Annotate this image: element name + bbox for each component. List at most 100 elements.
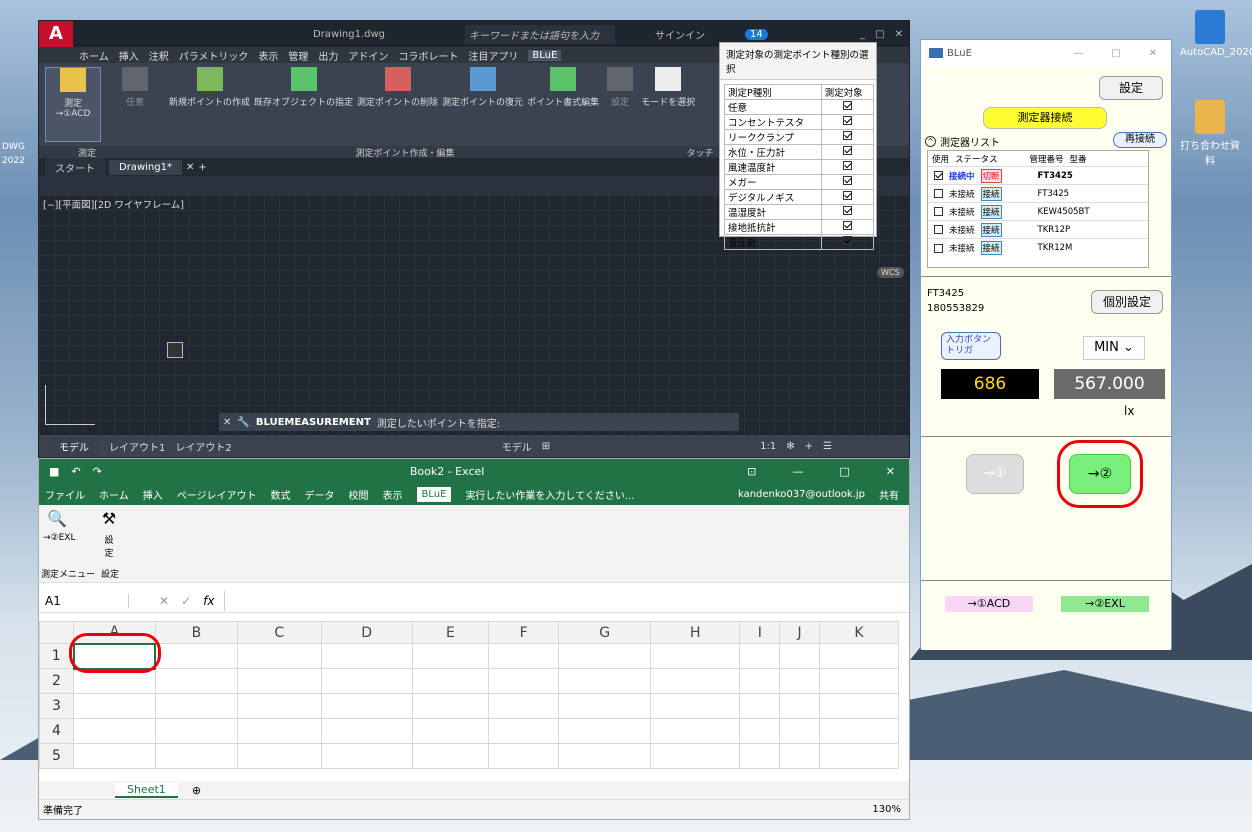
row-header[interactable]: 3 <box>39 693 74 719</box>
user-account[interactable]: kandenko037@outlook.jp <box>738 489 865 500</box>
settings-button[interactable]: 設定 <box>603 67 637 142</box>
menu-icon[interactable]: ☰ <box>823 441 832 452</box>
gear-icon[interactable]: ✻ <box>786 441 794 452</box>
tab-addins[interactable]: アドイン <box>348 48 388 63</box>
close-icon[interactable]: ✕ <box>223 417 231 428</box>
tab-layout1[interactable]: レイアウト1 <box>109 439 165 454</box>
select-mode-button[interactable]: モードを選択 <box>641 67 695 142</box>
ribbon-display-icon[interactable]: ⊡ <box>747 465 756 478</box>
tab-file[interactable]: ファイル <box>45 487 85 502</box>
notification-badge[interactable]: 14 <box>745 28 768 40</box>
tab-parametric[interactable]: パラメトリック <box>179 48 249 63</box>
plus-icon[interactable]: + <box>198 162 206 173</box>
use-checkbox[interactable] <box>934 189 943 198</box>
row-header[interactable]: 5 <box>39 743 74 769</box>
tab-start[interactable]: スタート <box>45 157 105 177</box>
viewport-label[interactable]: [−][平面図][2D ワイヤフレーム] <box>43 197 184 211</box>
connect-button[interactable]: 接続 <box>980 204 1002 219</box>
individual-settings-button[interactable]: 個別設定 <box>1091 290 1163 314</box>
connect-button[interactable]: 接続 <box>980 186 1002 201</box>
tab-layout2[interactable]: レイアウト2 <box>175 439 231 454</box>
tab-view[interactable]: 表示 <box>383 487 403 502</box>
minimize-icon[interactable]: — <box>792 465 803 478</box>
point-format-button[interactable]: ポイント書式編集 <box>527 67 599 142</box>
use-checkbox[interactable] <box>934 171 943 180</box>
use-checkbox[interactable] <box>934 243 943 253</box>
type-checkbox[interactable] <box>842 101 852 110</box>
column-header[interactable]: J <box>779 621 821 644</box>
tab-home[interactable]: ホーム <box>79 48 109 63</box>
tab-output[interactable]: 出力 <box>318 48 338 63</box>
close-icon[interactable]: ✕ <box>1149 48 1157 59</box>
measure-acd-button[interactable]: 測定 →①ACD <box>45 67 101 142</box>
tab-annotate[interactable]: 注釈 <box>149 48 169 63</box>
settings-button[interactable]: ⚒ 設 定 <box>99 509 119 559</box>
new-point-button[interactable]: 新規ポイントの作成 <box>169 67 250 142</box>
row-header[interactable]: 2 <box>39 668 74 694</box>
tab-model[interactable]: モデル <box>49 436 99 456</box>
column-header[interactable]: G <box>558 621 652 644</box>
formula-input[interactable] <box>224 590 909 611</box>
column-header[interactable]: H <box>650 621 741 644</box>
save-icon[interactable]: ■ <box>49 465 59 478</box>
tell-me-input[interactable]: 実行したい作業を入力してください... <box>465 487 634 502</box>
device-row[interactable]: 未接続 接続 FT3425 <box>928 185 1148 203</box>
tab-home[interactable]: ホーム <box>99 487 129 502</box>
tab-insert[interactable]: 挿入 <box>119 48 139 63</box>
collapse-icon[interactable]: ^ <box>925 136 936 147</box>
device-row[interactable]: 未接続 接続 TKR12M <box>928 239 1148 257</box>
type-checkbox[interactable] <box>842 161 852 170</box>
column-header[interactable]: F <box>488 621 560 644</box>
send-exl-button[interactable]: 🔍 →②EXL <box>43 509 75 543</box>
tab-view[interactable]: 表示 <box>258 48 278 63</box>
tab-insert[interactable]: 挿入 <box>143 487 163 502</box>
wrench-icon[interactable]: 🔧 <box>237 417 249 428</box>
use-checkbox[interactable] <box>934 225 943 234</box>
function-icon[interactable]: fx <box>203 594 214 608</box>
row-header[interactable]: 4 <box>39 718 74 744</box>
close-icon[interactable]: ✕ <box>186 162 194 173</box>
tab-review[interactable]: 校閲 <box>349 487 369 502</box>
arbitrary-button[interactable]: 任意 <box>105 67 165 142</box>
tab-drawing1[interactable]: Drawing1* <box>109 159 182 175</box>
connect-device-button[interactable]: 測定器接続 <box>983 107 1107 129</box>
minimize-icon[interactable]: _ <box>860 29 865 40</box>
command-line[interactable]: ✕ 🔧 BLUEMEASUREMENT 測定したいポイントを指定: <box>219 413 739 431</box>
disconnect-button[interactable]: 切断 <box>980 168 1002 183</box>
measure-point-marker[interactable] <box>167 342 183 358</box>
column-header[interactable]: C <box>237 621 322 644</box>
redo-icon[interactable]: ↷ <box>93 465 102 478</box>
close-icon[interactable]: ✕ <box>886 465 895 478</box>
close-icon[interactable]: ✕ <box>895 29 903 40</box>
mode-select[interactable]: MIN ⌄ <box>1083 336 1145 360</box>
use-checkbox[interactable] <box>934 207 943 216</box>
undo-icon[interactable]: ↶ <box>71 465 80 478</box>
model-space-toggle[interactable]: モデル <box>502 439 532 454</box>
column-header[interactable]: I <box>739 621 781 644</box>
share-button[interactable]: 共有 <box>879 487 909 502</box>
tab-data[interactable]: データ <box>305 487 335 502</box>
connect-button[interactable]: 接続 <box>980 222 1002 237</box>
type-checkbox[interactable] <box>842 146 852 155</box>
device-row[interactable]: 未接続 接続 KEW4505BT <box>928 203 1148 221</box>
tab-page-layout[interactable]: ページレイアウト <box>177 487 257 502</box>
settings-button[interactable]: 設定 <box>1099 76 1163 100</box>
column-header[interactable]: B <box>154 621 239 644</box>
grid-icon[interactable]: ⊞ <box>542 441 550 452</box>
footer-acd-label[interactable]: →①ACD <box>945 596 1033 612</box>
type-checkbox[interactable] <box>842 176 852 185</box>
delete-point-button[interactable]: 測定ポイントの削除 <box>357 67 438 142</box>
column-header[interactable]: D <box>320 621 413 644</box>
device-row[interactable]: 未接続 接続 TKR12P <box>928 221 1148 239</box>
reconnect-button[interactable]: 再接続 <box>1113 132 1167 148</box>
type-checkbox[interactable] <box>842 116 852 125</box>
select-all-corner[interactable] <box>39 621 74 644</box>
add-sheet-icon[interactable]: ⊕ <box>192 784 201 797</box>
cancel-icon[interactable]: ✕ <box>159 594 169 608</box>
tab-formulas[interactable]: 数式 <box>271 487 291 502</box>
wcs-badge[interactable]: WCS <box>877 267 904 278</box>
folder-desktop-icon[interactable]: 打ち合わせ資料 <box>1180 100 1240 167</box>
autocad-desktop-icon[interactable]: AutoCAD_2020_... <box>1180 10 1252 58</box>
input-trigger-button[interactable]: 入力ボタン トリガ <box>941 332 1001 360</box>
annotation-scale[interactable]: 1:1 <box>760 441 776 452</box>
